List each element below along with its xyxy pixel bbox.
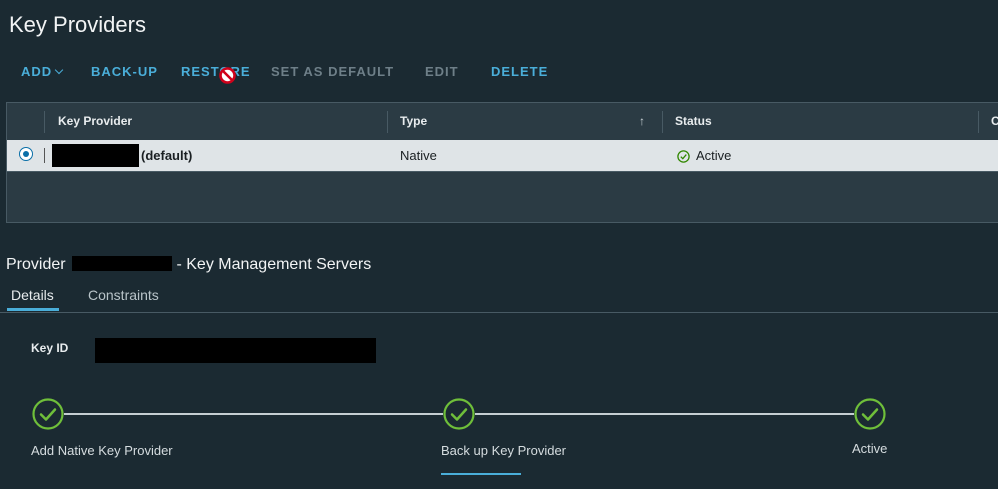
- add-button-label: ADD: [21, 64, 53, 79]
- column-separator[interactable]: [387, 111, 388, 133]
- step-connector: [64, 413, 443, 415]
- key-id-label: Key ID: [31, 341, 69, 355]
- step-label-back-up-key-provider: Back up Key Provider: [441, 443, 567, 458]
- edit-button[interactable]: EDIT: [425, 64, 459, 79]
- sort-ascending-icon: ↑: [639, 114, 645, 128]
- add-button[interactable]: ADD: [21, 64, 64, 79]
- delete-button[interactable]: DELETE: [491, 64, 548, 79]
- redacted-provider-name: [52, 144, 139, 167]
- column-header-type[interactable]: Type: [400, 103, 427, 140]
- table-row[interactable]: (default) Native Active: [7, 140, 998, 172]
- column-separator[interactable]: [662, 111, 663, 133]
- step-label-add-native-key-provider: Add Native Key Provider: [31, 443, 173, 458]
- not-allowed-cursor-icon: [219, 67, 236, 84]
- chevron-down-icon: [54, 65, 64, 75]
- provider-heading-prefix: Provider: [6, 256, 66, 273]
- restore-button[interactable]: RESTORE: [181, 64, 251, 79]
- step-connector: [475, 413, 854, 415]
- column-header-key-provider[interactable]: Key Provider: [58, 103, 132, 140]
- step-complete-icon: [32, 398, 64, 430]
- set-as-default-button[interactable]: SET AS DEFAULT: [271, 64, 394, 79]
- column-header-truncated[interactable]: C: [991, 103, 998, 140]
- active-tab-indicator: [7, 308, 59, 311]
- provider-heading-suffix: - Key Management Servers: [176, 256, 372, 273]
- type-cell: Native: [400, 148, 437, 163]
- step-complete-icon: [854, 398, 886, 430]
- redacted-provider-name: [72, 256, 173, 271]
- column-separator[interactable]: [978, 111, 979, 133]
- column-separator: [44, 111, 45, 133]
- check-circle-icon: [677, 150, 690, 163]
- column-header-status[interactable]: Status: [675, 103, 712, 140]
- status-cell: Active: [696, 148, 732, 163]
- row-separator: [44, 148, 45, 163]
- key-providers-grid: Key Provider Type ↑ Status C (default) N…: [6, 102, 998, 223]
- tab-bar: Details Constraints: [0, 284, 998, 313]
- step-label-active: Active: [852, 441, 888, 456]
- key-provider-default-label: (default): [141, 148, 193, 163]
- backup-button[interactable]: BACK-UP: [91, 64, 158, 79]
- row-radio-selected[interactable]: [19, 147, 33, 161]
- redacted-key-id: [95, 338, 376, 363]
- tab-details[interactable]: Details: [11, 287, 54, 303]
- step-action-button-edge[interactable]: [441, 473, 521, 475]
- step-complete-icon: [443, 398, 475, 430]
- grid-header: Key Provider Type ↑ Status C: [7, 103, 998, 141]
- page-title: Key Providers: [9, 12, 146, 37]
- tab-constraints[interactable]: Constraints: [88, 287, 159, 303]
- provider-heading: Provider - Key Management Servers: [6, 254, 371, 274]
